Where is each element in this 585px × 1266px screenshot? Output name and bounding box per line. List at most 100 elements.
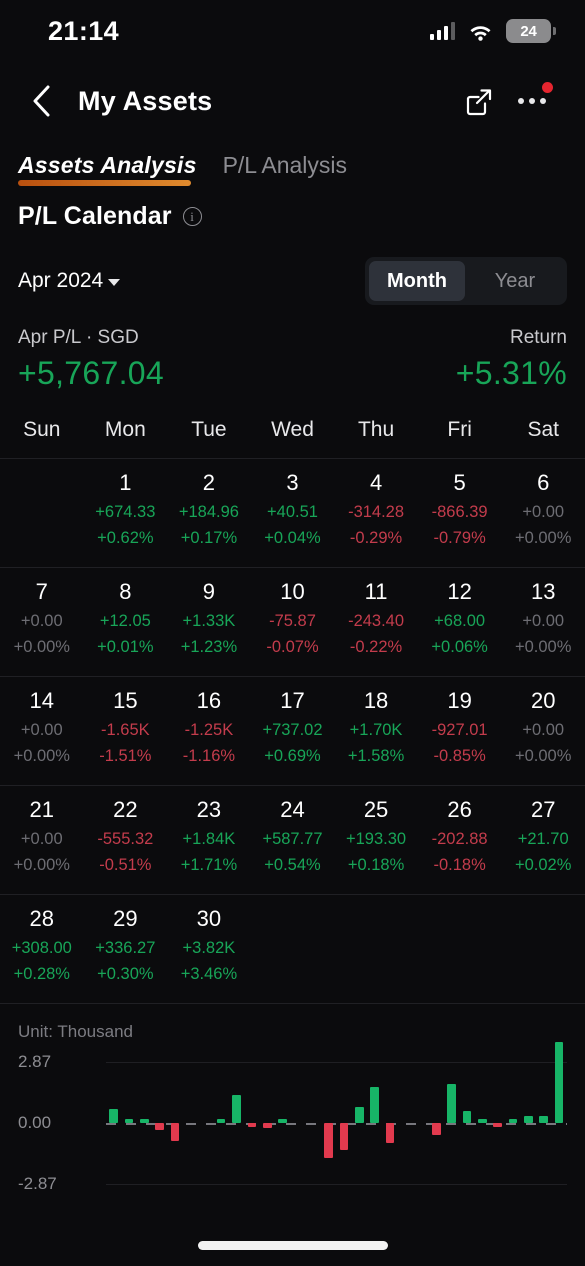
chart-bar <box>339 1123 349 1150</box>
calendar-day-cell[interactable]: 6 +0.00 +0.00% <box>501 459 585 567</box>
calendar-day-cell[interactable]: 17 +737.02 +0.69% <box>251 677 335 785</box>
more-dot <box>518 98 524 104</box>
calendar-day-number: 30 <box>196 906 222 931</box>
chart-bar-column <box>214 1062 229 1184</box>
calendar-day-cell[interactable]: 18 +1.70K +1.58% <box>334 677 418 785</box>
chart-bar <box>462 1110 472 1123</box>
calendar-day-cell[interactable]: 10 -75.87 -0.07% <box>251 568 335 676</box>
battery-level: 24 <box>520 22 537 40</box>
month-selector-label: Apr 2024 <box>18 269 104 292</box>
calendar-day-pl: +0.00 <box>20 721 63 739</box>
calendar-day-pl: +1.33K <box>182 612 236 630</box>
more-dot <box>529 98 535 104</box>
chart-bar-column <box>106 1062 121 1184</box>
chart-bar-column <box>367 1062 382 1184</box>
calendar-day-number: 11 <box>364 579 388 604</box>
chart-bar-column <box>183 1062 198 1184</box>
calendar-day-cell[interactable]: 23 +1.84K +1.71% <box>167 786 251 894</box>
calendar-day-cell[interactable]: 24 +587.77 +0.54% <box>251 786 335 894</box>
period-toggle-month[interactable]: Month <box>369 261 465 301</box>
calendar-day-cell[interactable]: 19 -927.01 -0.85% <box>418 677 502 785</box>
calendar-day-cell[interactable]: 28 +308.00 +0.28% <box>0 895 84 1003</box>
calendar-day-cell[interactable]: 8 +12.05 +0.01% <box>84 568 168 676</box>
pl-bar-chart[interactable]: 2.87 0.00 -2.87 <box>18 1041 567 1193</box>
calendar-day-percent: +0.00% <box>514 747 572 765</box>
chart-bar <box>370 1086 380 1123</box>
chart-bar <box>109 1108 118 1123</box>
chart-bar <box>539 1115 549 1123</box>
calendar-day-cell[interactable]: 26 -202.88 -0.18% <box>418 786 502 894</box>
summary-labels: Apr P/L · SGD Return <box>18 327 567 349</box>
calendar-day-cell[interactable]: 7 +0.00 +0.00% <box>0 568 84 676</box>
chart-bar-column <box>521 1062 536 1184</box>
chart-bar <box>493 1123 502 1128</box>
period-toggle-year[interactable]: Year <box>467 261 563 301</box>
calendar-day-cell[interactable]: 15 -1.65K -1.51% <box>84 677 168 785</box>
calendar-day-cell[interactable]: 29 +336.27 +0.30% <box>84 895 168 1003</box>
chart-bar-column <box>167 1062 182 1184</box>
calendar-day-pl: -555.32 <box>97 830 154 848</box>
calendar-day-pl: +193.30 <box>346 830 407 848</box>
page-title: My Assets <box>78 85 213 116</box>
info-circle-icon[interactable]: i <box>182 207 202 226</box>
calendar-day-pl: -314.28 <box>348 503 405 521</box>
more-options-button[interactable] <box>509 78 555 124</box>
calendar-day-number: 20 <box>530 688 556 713</box>
calendar-day-cell[interactable]: 22 -555.32 -0.51% <box>84 786 168 894</box>
calendar-day-percent: -1.51% <box>99 747 152 765</box>
calendar-day-cell[interactable]: 5 -866.39 -0.79% <box>418 459 502 567</box>
calendar-day-pl: -243.40 <box>348 612 405 630</box>
status-bar: 21:14 24 <box>0 0 585 62</box>
calendar-day-percent: -0.07% <box>266 638 319 656</box>
calendar-day-number: 17 <box>280 688 305 713</box>
calendar-day-headers: Sun Mon Tue Wed Thu Fri Sat <box>0 412 585 458</box>
period-toggle: Month Year <box>365 257 567 305</box>
calendar-day-percent: -0.29% <box>349 529 403 547</box>
chart-bar-column <box>321 1062 336 1184</box>
calendar-day-percent: -0.85% <box>433 747 486 765</box>
chart-bar-column <box>229 1062 244 1184</box>
calendar-day-pl: -1.65K <box>101 721 150 739</box>
calendar-day-cell[interactable]: 2 +184.96 +0.17% <box>167 459 251 567</box>
chart-bar-column <box>475 1062 490 1184</box>
calendar-day-number: 4 <box>369 470 383 495</box>
back-button[interactable] <box>18 78 64 124</box>
pl-value: +5,767.04 <box>18 355 164 391</box>
calendar-day-pl: +1.70K <box>349 721 403 739</box>
calendar-day-cell[interactable]: 1 +674.33 +0.62% <box>84 459 168 567</box>
calendar-day-cell[interactable]: 16 -1.25K -1.16% <box>167 677 251 785</box>
return-label: Return <box>509 327 567 348</box>
calendar-day-pl: +308.00 <box>11 939 72 957</box>
chart-ytick-min: -2.87 <box>18 1174 57 1193</box>
calendar-day-cell[interactable]: 9 +1.33K +1.23% <box>167 568 251 676</box>
calendar-day-cell[interactable]: 30 +3.82K +3.46% <box>167 895 251 1003</box>
calendar-day-number: 2 <box>202 470 216 495</box>
calendar-day-cell[interactable]: 4 -314.28 -0.29% <box>334 459 418 567</box>
calendar-day-cell[interactable]: 20 +0.00 +0.00% <box>501 677 585 785</box>
calendar-day-header: Sun <box>23 418 61 441</box>
external-link-icon <box>466 88 491 115</box>
chart-gridline-bottom <box>106 1184 567 1185</box>
calendar-day-percent: +0.00% <box>514 529 572 547</box>
tab-pl-analysis[interactable]: P/L Analysis <box>223 152 347 186</box>
calendar-day-percent: -0.18% <box>433 856 486 874</box>
calendar-day-cell[interactable]: 11 -243.40 -0.22% <box>334 568 418 676</box>
chart-bar-column <box>551 1041 566 1184</box>
calendar-day-cell[interactable]: 3 +40.51 +0.04% <box>251 459 335 567</box>
tab-assets-analysis[interactable]: Assets Analysis <box>18 152 197 186</box>
share-button[interactable] <box>455 78 501 124</box>
calendar-day-percent: +0.30% <box>97 965 154 983</box>
calendar-day-cell[interactable]: 25 +193.30 +0.18% <box>334 786 418 894</box>
return-value: +5.31% <box>455 355 567 391</box>
calendar-day-cell[interactable]: 13 +0.00 +0.00% <box>501 568 585 676</box>
calendar-day-pl: +587.77 <box>262 830 323 848</box>
chart-bar <box>216 1119 226 1123</box>
calendar-day-cell[interactable]: 21 +0.00 +0.00% <box>0 786 84 894</box>
calendar-day-cell[interactable]: 12 +68.00 +0.06% <box>418 568 502 676</box>
month-selector[interactable]: Apr 2024 <box>18 269 121 293</box>
chart-bar <box>262 1123 272 1129</box>
calendar-day-cell[interactable]: 14 +0.00 +0.00% <box>0 677 84 785</box>
calendar-day-cell[interactable]: 27 +21.70 +0.02% <box>501 786 585 894</box>
chart-bar-column <box>121 1062 136 1184</box>
chart-bar-column <box>429 1062 444 1184</box>
